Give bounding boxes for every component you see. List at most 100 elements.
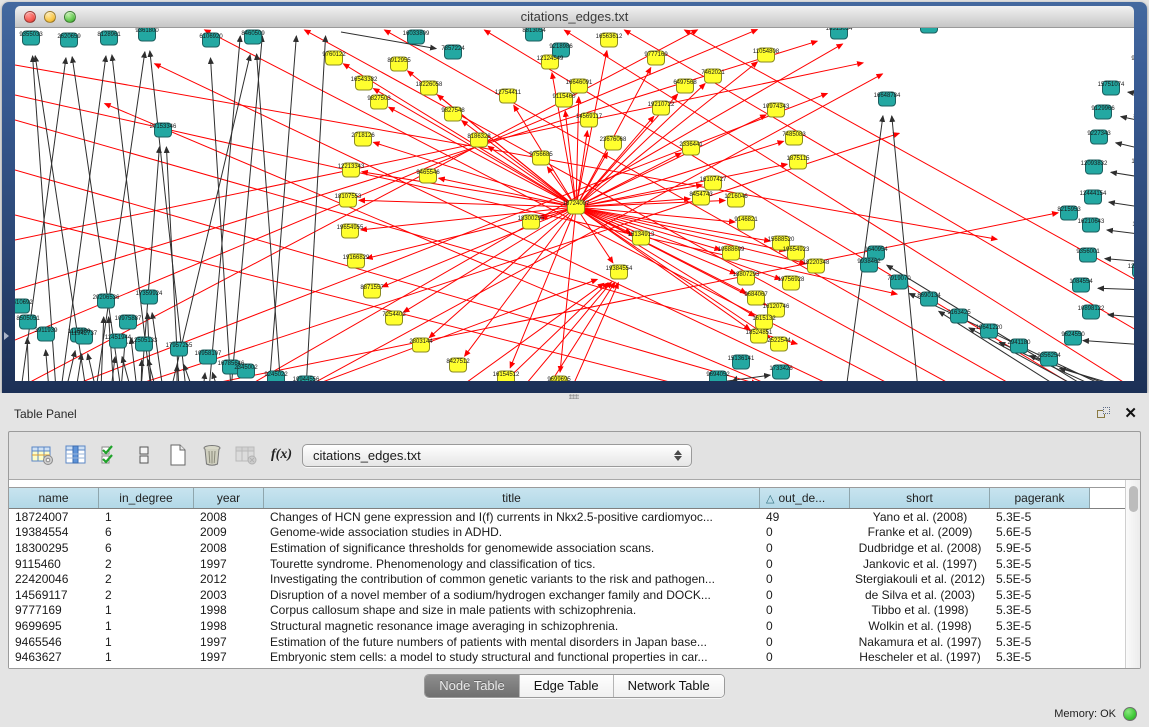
- dropdown-arrows-icon: [669, 450, 691, 461]
- column-header-short[interactable]: short: [850, 488, 990, 508]
- table-select-value: citations_edges.txt: [303, 448, 669, 463]
- graph-node-label: 9355033: [19, 32, 43, 38]
- column-header-title[interactable]: title: [264, 488, 760, 508]
- table-scrollbar[interactable]: [1125, 480, 1140, 668]
- memory-status-dot[interactable]: [1123, 707, 1137, 721]
- table-row[interactable]: 911546021997Tourette syndrome. Phenomeno…: [9, 556, 1125, 572]
- cell-name: 18724007: [9, 510, 99, 524]
- graph-node-label: 9227343: [1087, 131, 1111, 137]
- cell-short: Jankovic et al. (1997): [850, 557, 990, 571]
- graph-node-label: 10944556: [293, 377, 320, 381]
- frame-collapse-arrow-icon[interactable]: [4, 332, 9, 340]
- column-header-pagerank[interactable]: pagerank: [990, 488, 1090, 508]
- graph-node-label: 18524851: [746, 330, 773, 336]
- graph-node-label: 16120746: [763, 304, 790, 310]
- graph-node-label: 12444154: [1080, 191, 1107, 197]
- graph-node-label: 1615132: [752, 316, 776, 322]
- graph-node-label: 7919070: [887, 276, 911, 282]
- cell-year: 2008: [194, 541, 264, 555]
- tab-edge-table[interactable]: Edge Table: [519, 675, 613, 697]
- row-height-icon[interactable]: [129, 441, 159, 469]
- table-select-dropdown[interactable]: citations_edges.txt: [302, 444, 692, 467]
- graph-node-label: 17359924: [136, 291, 163, 297]
- float-panel-icon[interactable]: [1097, 407, 1112, 421]
- column-header-year[interactable]: year: [194, 488, 264, 508]
- close-window-button[interactable]: [24, 11, 36, 23]
- graph-node-label: 9218986: [549, 44, 573, 50]
- cell-short: Hescheler et al. (1997): [850, 650, 990, 664]
- graph-node-label: 12754411: [495, 90, 522, 96]
- cell-out_degree: 0: [760, 541, 850, 555]
- graph-node-label: 10975887: [115, 316, 142, 322]
- column-header-in_degree[interactable]: in_degree: [99, 488, 194, 508]
- network-graph[interactable]: 1872400718300295193845542718126122133431…: [15, 28, 1134, 381]
- graph-node-label: 9827548: [441, 108, 465, 114]
- table-row[interactable]: 1830029562008Estimation of significance …: [9, 540, 1125, 556]
- graph-node-label: 18300295: [518, 216, 545, 222]
- graph-node-label: 6106920: [199, 34, 223, 40]
- graph-node-label: 9827503: [367, 96, 391, 102]
- delete-rows-icon[interactable]: [197, 441, 227, 469]
- graph-node-label: 6497568: [673, 80, 697, 86]
- window-title: citations_edges.txt: [521, 9, 629, 24]
- graph-node-label: 9356001: [1076, 249, 1100, 255]
- table-settings-icon[interactable]: [27, 441, 57, 469]
- cell-short: Stergiakouli et al. (2012): [850, 572, 990, 586]
- table-row[interactable]: 1872400712008Changes of HCN gene express…: [9, 509, 1125, 525]
- cell-out_degree: 0: [760, 650, 850, 664]
- status-bar: Memory: OK: [0, 700, 1149, 727]
- graph-node-label: 16154512: [493, 372, 520, 378]
- column-header-out_degree[interactable]: △out_de...: [760, 488, 850, 508]
- graph-node-label: 10974343: [763, 104, 790, 110]
- panel-splitter[interactable]: [0, 393, 1149, 401]
- graph-node-label: 15688520: [768, 237, 795, 243]
- graph-node-label: 18226058: [416, 82, 443, 88]
- cell-year: 1997: [194, 557, 264, 571]
- table-scrollbar-thumb[interactable]: [1129, 486, 1138, 512]
- cell-name: 9777169: [9, 603, 99, 617]
- graph-node-label: 9146821: [734, 217, 758, 223]
- cell-title: Investigating the contribution of common…: [264, 572, 760, 586]
- node-table[interactable]: namein_degreeyeartitle△out_de...shortpag…: [9, 479, 1140, 668]
- cell-in_degree: 2: [99, 557, 194, 571]
- table-column-icon[interactable]: [61, 441, 91, 469]
- graph-node-label: 8128961: [97, 32, 121, 38]
- table-row[interactable]: 2242004622012Investigating the contribut…: [9, 571, 1125, 587]
- cell-pagerank: 5.3E-5: [990, 588, 1090, 602]
- table-row[interactable]: 977716911998Corpus callosum shape and si…: [9, 603, 1125, 619]
- cell-pagerank: 5.3E-5: [990, 557, 1090, 571]
- table-row[interactable]: 1456911722003Disruption of a novel membe…: [9, 587, 1125, 603]
- maximize-window-button[interactable]: [64, 11, 76, 23]
- table-row[interactable]: 969969511998Structural magnetic resonanc…: [9, 618, 1125, 634]
- minimize-window-button[interactable]: [44, 11, 56, 23]
- graph-node-label: 16033809: [403, 31, 430, 37]
- cell-out_degree: 0: [760, 603, 850, 617]
- function-builder-icon[interactable]: f(x): [271, 447, 292, 463]
- graph-node-label: 7462021: [701, 70, 725, 76]
- table-row[interactable]: 1938455462009Genome-wide association stu…: [9, 525, 1125, 541]
- graph-node-label: 12093832: [1081, 161, 1108, 167]
- network-window-titlebar[interactable]: citations_edges.txt: [15, 6, 1134, 28]
- graph-node-teal[interactable]: [921, 28, 938, 33]
- cell-year: 1998: [194, 603, 264, 617]
- tab-network-table[interactable]: Network Table: [613, 675, 724, 697]
- cell-in_degree: 1: [99, 650, 194, 664]
- network-canvas[interactable]: 1872400718300295193845542718126122133431…: [15, 28, 1134, 381]
- graph-node-label: 9356254: [1037, 353, 1061, 359]
- graph-node-label: 23676068: [600, 137, 627, 143]
- graph-node-label: 8273747: [1133, 114, 1134, 120]
- close-panel-icon[interactable]: ✕: [1124, 407, 1137, 421]
- tab-node-table[interactable]: Node Table: [425, 675, 519, 697]
- graph-node-label: 12213343: [338, 164, 365, 170]
- graph-node-label: 8454743: [689, 192, 713, 198]
- cell-year: 2003: [194, 588, 264, 602]
- table-row[interactable]: 946362711997Embryonic stem cells: a mode…: [9, 649, 1125, 665]
- graph-node-label: 9756685: [529, 152, 553, 158]
- cell-pagerank: 5.3E-5: [990, 635, 1090, 649]
- column-header-name[interactable]: name: [9, 488, 99, 508]
- new-file-icon[interactable]: [163, 441, 193, 469]
- graph-node-label: 11942737: [71, 331, 98, 337]
- table-row[interactable]: 946554611997Estimation of the future num…: [9, 634, 1125, 650]
- window-controls: [24, 11, 76, 23]
- select-rows-icon[interactable]: [95, 441, 125, 469]
